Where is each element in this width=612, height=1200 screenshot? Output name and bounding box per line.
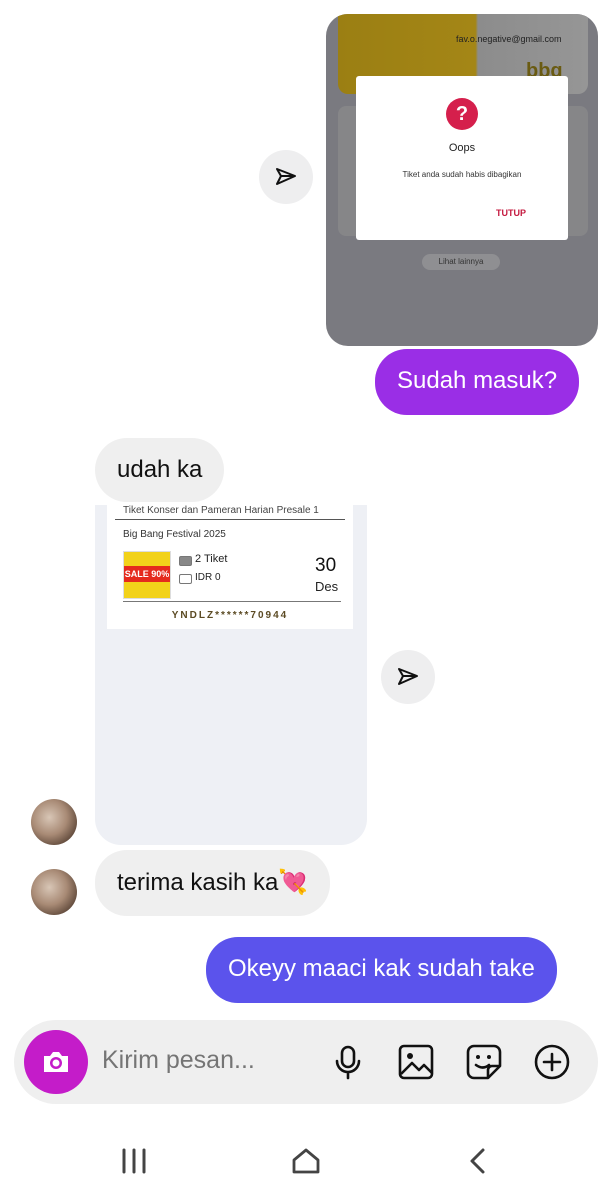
gallery-button[interactable] [396,1042,436,1082]
recents-icon [122,1148,146,1174]
back-icon [470,1148,485,1174]
ticket-date-day: 30 [315,555,337,576]
incoming-message[interactable]: terima kasih ka💘 [95,850,331,916]
camera-icon [44,1052,68,1072]
ticket-thumbnail: SALE 90% [123,551,171,599]
ticket-header: Tiket Konser dan Pameran Harian Presale … [123,505,319,516]
avatar[interactable] [31,869,77,915]
home-icon [292,1148,320,1174]
avatar[interactable] [31,799,77,845]
ticket-preview-image[interactable]: Tiket Konser dan Pameran Harian Presale … [95,505,367,845]
recents-button[interactable] [114,1144,154,1178]
gallery-icon [398,1044,434,1080]
outgoing-message[interactable]: Okeyy maaci kak sudah take [206,937,557,1003]
message-composer [14,1020,598,1104]
camera-button[interactable] [24,1030,88,1094]
shared-screenshot-image[interactable]: fav.o.negative@gmail.com bbq Lihat lainn… [326,14,598,346]
question-mark-icon: ? [446,98,478,130]
share-button[interactable] [381,650,435,704]
home-button[interactable] [286,1144,326,1178]
dialog-title: Oops [448,142,476,154]
microphone-button[interactable] [328,1042,368,1082]
send-icon [276,168,296,185]
ticket-card: Tiket Konser dan Pameran Harian Presale … [107,505,353,629]
sticker-button[interactable] [464,1042,504,1082]
ticket-header-divider [115,519,345,520]
message-input[interactable] [102,1046,302,1075]
dialog-close-button: TUTUP [496,208,526,218]
ticket-price: IDR 0 [195,572,221,583]
ticket-event-name: Big Bang Festival 2025 [123,529,226,540]
incoming-message[interactable]: udah ka [95,438,225,502]
sticker-icon [466,1044,502,1080]
microphone-icon [335,1045,361,1080]
system-navigation-bar [0,1120,612,1200]
back-button[interactable] [458,1144,498,1178]
outgoing-message[interactable]: Sudah masuk? [375,349,580,415]
money-icon [179,574,192,584]
ticket-quantity: 2 Tiket [195,553,228,565]
more-button[interactable] [532,1042,572,1082]
plus-icon [534,1044,570,1080]
share-button[interactable] [259,150,313,204]
send-icon [398,668,418,685]
ticket-divider [123,601,341,602]
oops-dialog: ? Oops Tiket anda sudah habis dibagikan … [356,76,568,240]
ticket-date-month: Des [315,579,339,594]
sale-label: SALE 90% [124,566,170,582]
screenshot-lihat-lainnya: Lihat lainnya [422,254,500,270]
ticket-icon [179,556,192,566]
screenshot-email: fav.o.negative@gmail.com [456,34,562,44]
ticket-code: YNDLZ******70944 [171,610,289,621]
dialog-message: Tiket anda sudah habis dibagikan [402,170,522,179]
screenshot-content: fav.o.negative@gmail.com bbq Lihat lainn… [326,14,598,346]
